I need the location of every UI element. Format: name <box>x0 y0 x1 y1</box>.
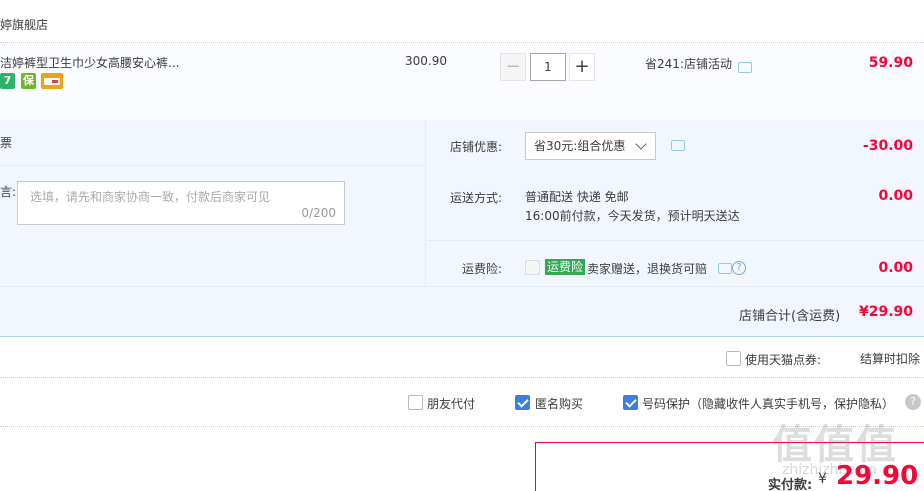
insurance-label: 运费险: <box>462 262 503 276</box>
invoice-label[interactable]: 票 <box>0 134 12 151</box>
store-discount-label: 店铺优惠: <box>450 140 503 154</box>
divider <box>0 377 924 378</box>
message-label: 言: <box>0 185 17 199</box>
friend-pay-checkbox[interactable] <box>408 395 423 410</box>
help-icon[interactable]: ? <box>732 261 746 275</box>
divider <box>0 165 426 166</box>
store-discount-value: 省30元:组合优惠 <box>534 139 626 153</box>
insurance-amount: 0.00 <box>878 260 913 276</box>
chat-icon[interactable] <box>671 140 685 151</box>
unit-price: 300.90 <box>405 54 447 68</box>
tmall-points-note: 结算时扣除 <box>860 352 921 366</box>
help-icon[interactable]: ? <box>905 394 921 410</box>
message-counter: 0/200 <box>301 206 336 220</box>
store-total-amount: ¥29.90 <box>858 304 913 320</box>
divider <box>427 240 924 241</box>
tmall-points-checkbox[interactable] <box>726 351 741 366</box>
anonymous-label[interactable]: 匿名购买 <box>535 395 583 412</box>
tmall-points-label[interactable]: 使用天猫点券: <box>745 351 821 368</box>
watermark-url: zhizhizhi.com <box>782 462 877 478</box>
insurance-checkbox[interactable] <box>525 260 540 275</box>
friend-pay-label[interactable]: 朋友代付 <box>427 395 475 412</box>
credit-card-icon[interactable] <box>41 73 63 89</box>
message-input[interactable]: 选填，请先和商家协商一致，付款后商家可见 0/200 <box>17 181 345 225</box>
store-discount-amount: -30.00 <box>862 138 913 154</box>
number-protect-checkbox[interactable] <box>623 395 638 410</box>
chat-icon[interactable] <box>718 263 732 274</box>
insurance-tag: 运费险 <box>545 259 586 275</box>
chevron-down-icon <box>635 138 647 150</box>
seven-day-return-icon[interactable]: 7 <box>0 73 15 89</box>
shipping-label: 运送方式: <box>450 191 503 205</box>
item-subtotal: 59.90 <box>868 55 913 71</box>
divider <box>0 286 924 287</box>
message-placeholder: 选填，请先和商家协商一致，付款后商家可见 <box>30 190 271 204</box>
guarantee-icon[interactable]: 保 <box>21 73 36 89</box>
store-discount-select[interactable]: 省30元:组合优惠 <box>525 132 656 160</box>
number-protect-label[interactable]: 号码保护（隐藏收件人真实手机号，保护隐私） <box>642 395 894 412</box>
shipping-amount: 0.00 <box>878 188 913 204</box>
chat-icon[interactable] <box>738 62 752 73</box>
item-title[interactable]: 洁婷裤型卫生巾少女高腰安心裤... <box>0 54 179 71</box>
increase-quantity-button[interactable]: + <box>569 53 595 81</box>
quantity-input[interactable]: 1 <box>530 53 566 81</box>
insurance-text: 卖家赠送，退换货可赔 <box>587 262 708 276</box>
store-total-label: 店铺合计(含运费) <box>739 309 841 324</box>
item-discount: 省241:店铺活动 <box>645 57 732 71</box>
anonymous-checkbox[interactable] <box>515 395 530 410</box>
store-name[interactable]: 婷旗舰店 <box>0 16 48 33</box>
shipping-method: 普通配送 快递 免邮 <box>525 190 629 204</box>
shipping-eta: 16:00前付款，今天发货，预计明天送达 <box>525 209 740 223</box>
decrease-quantity-button[interactable]: − <box>500 53 526 81</box>
quantity-stepper: − 1 + <box>500 53 596 81</box>
